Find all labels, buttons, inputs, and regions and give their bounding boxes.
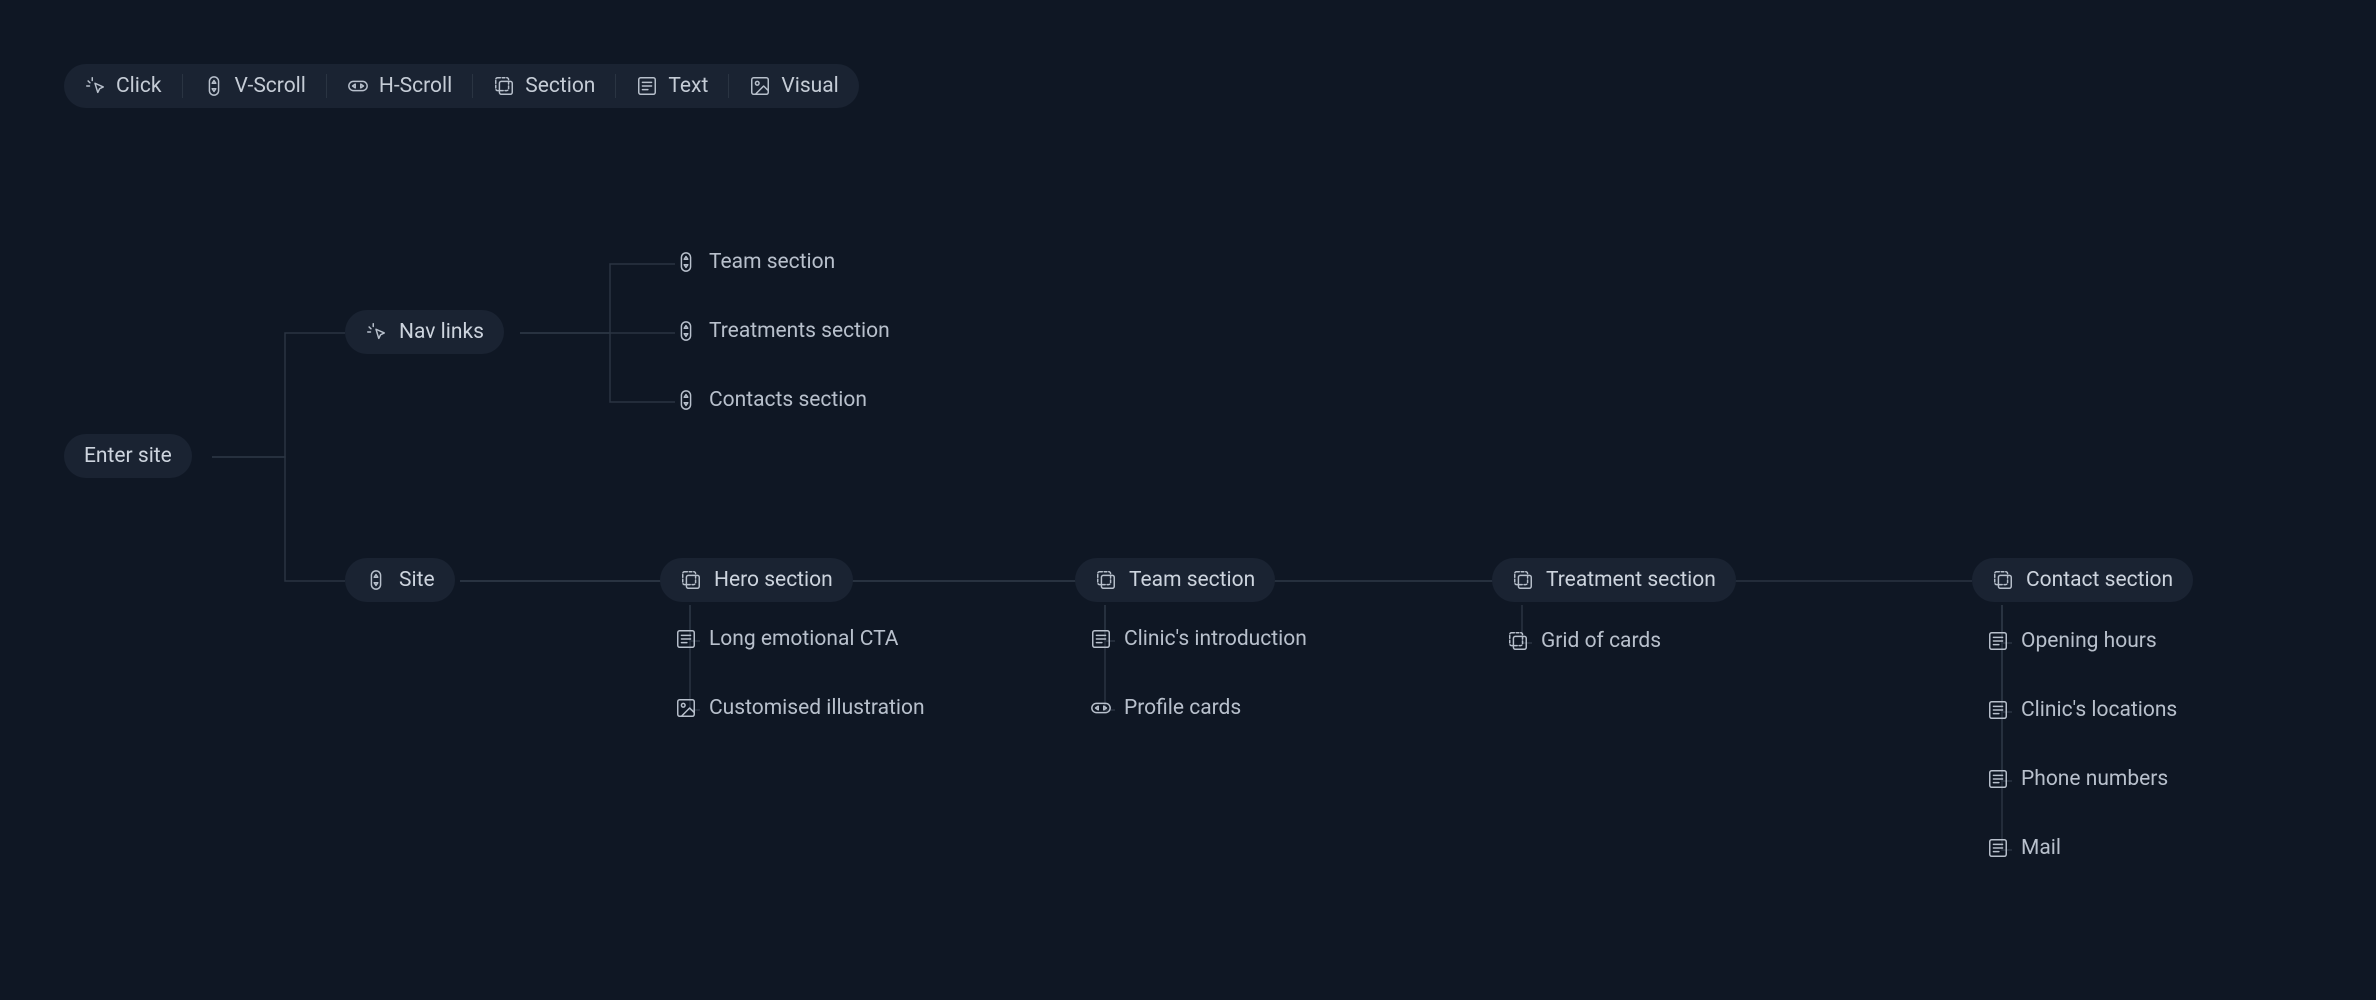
section-icon xyxy=(680,569,702,591)
node-treatment-section-label: Treatment section xyxy=(1546,568,1716,592)
node-nav-contacts-section-label: Contacts section xyxy=(709,388,867,412)
text-icon xyxy=(675,628,697,650)
node-contact-section-label: Contact section xyxy=(2026,568,2173,592)
node-contact-locations[interactable]: Clinic's locations xyxy=(1987,698,2177,722)
node-contact-mail-label: Mail xyxy=(2021,836,2061,860)
vscroll-icon xyxy=(675,320,697,342)
text-icon xyxy=(1090,628,1112,650)
text-icon xyxy=(1987,768,2009,790)
node-contact-hours[interactable]: Opening hours xyxy=(1987,629,2157,653)
node-nav-links[interactable]: Nav links xyxy=(345,310,504,354)
node-site-label: Site xyxy=(399,568,435,592)
vscroll-icon xyxy=(365,569,387,591)
visual-icon xyxy=(675,697,697,719)
node-nav-treatments-section[interactable]: Treatments section xyxy=(675,319,890,343)
node-nav-team-section[interactable]: Team section xyxy=(675,250,835,274)
node-treatment-grid[interactable]: Grid of cards xyxy=(1507,629,1661,653)
node-contact-phone-label: Phone numbers xyxy=(2021,767,2168,791)
node-contact-phone[interactable]: Phone numbers xyxy=(1987,767,2168,791)
node-hero-section[interactable]: Hero section xyxy=(660,558,853,602)
node-site[interactable]: Site xyxy=(345,558,455,602)
node-team-profile-cards[interactable]: Profile cards xyxy=(1090,696,1241,720)
node-contact-section[interactable]: Contact section xyxy=(1972,558,2193,602)
node-hero-illustration-label: Customised illustration xyxy=(709,696,925,720)
node-nav-contacts-section[interactable]: Contacts section xyxy=(675,388,867,412)
node-enter-site[interactable]: Enter site xyxy=(64,434,192,478)
vscroll-icon xyxy=(675,389,697,411)
node-hero-cta[interactable]: Long emotional CTA xyxy=(675,627,899,651)
vscroll-icon xyxy=(675,251,697,273)
text-icon xyxy=(1987,837,2009,859)
node-enter-site-label: Enter site xyxy=(84,444,172,468)
node-team-intro-label: Clinic's introduction xyxy=(1124,627,1307,651)
node-team-intro[interactable]: Clinic's introduction xyxy=(1090,627,1307,651)
node-contact-mail[interactable]: Mail xyxy=(1987,836,2061,860)
node-team-section[interactable]: Team section xyxy=(1075,558,1275,602)
click-icon xyxy=(365,321,387,343)
diagram-canvas: Enter site Nav links Team section Treatm… xyxy=(0,0,2376,1000)
node-team-section-label: Team section xyxy=(1129,568,1255,592)
text-icon xyxy=(1987,699,2009,721)
section-icon xyxy=(1992,569,2014,591)
section-icon xyxy=(1507,630,1529,652)
node-contact-hours-label: Opening hours xyxy=(2021,629,2157,653)
node-nav-links-label: Nav links xyxy=(399,320,484,344)
node-hero-section-label: Hero section xyxy=(714,568,833,592)
node-nav-treatments-section-label: Treatments section xyxy=(709,319,890,343)
hscroll-icon xyxy=(1090,697,1112,719)
text-icon xyxy=(1987,630,2009,652)
node-contact-locations-label: Clinic's locations xyxy=(2021,698,2177,722)
section-icon xyxy=(1512,569,1534,591)
node-nav-team-section-label: Team section xyxy=(709,250,835,274)
section-icon xyxy=(1095,569,1117,591)
node-team-profile-cards-label: Profile cards xyxy=(1124,696,1241,720)
node-hero-cta-label: Long emotional CTA xyxy=(709,627,899,651)
node-treatment-grid-label: Grid of cards xyxy=(1541,629,1661,653)
node-hero-illustration[interactable]: Customised illustration xyxy=(675,696,925,720)
node-treatment-section[interactable]: Treatment section xyxy=(1492,558,1736,602)
